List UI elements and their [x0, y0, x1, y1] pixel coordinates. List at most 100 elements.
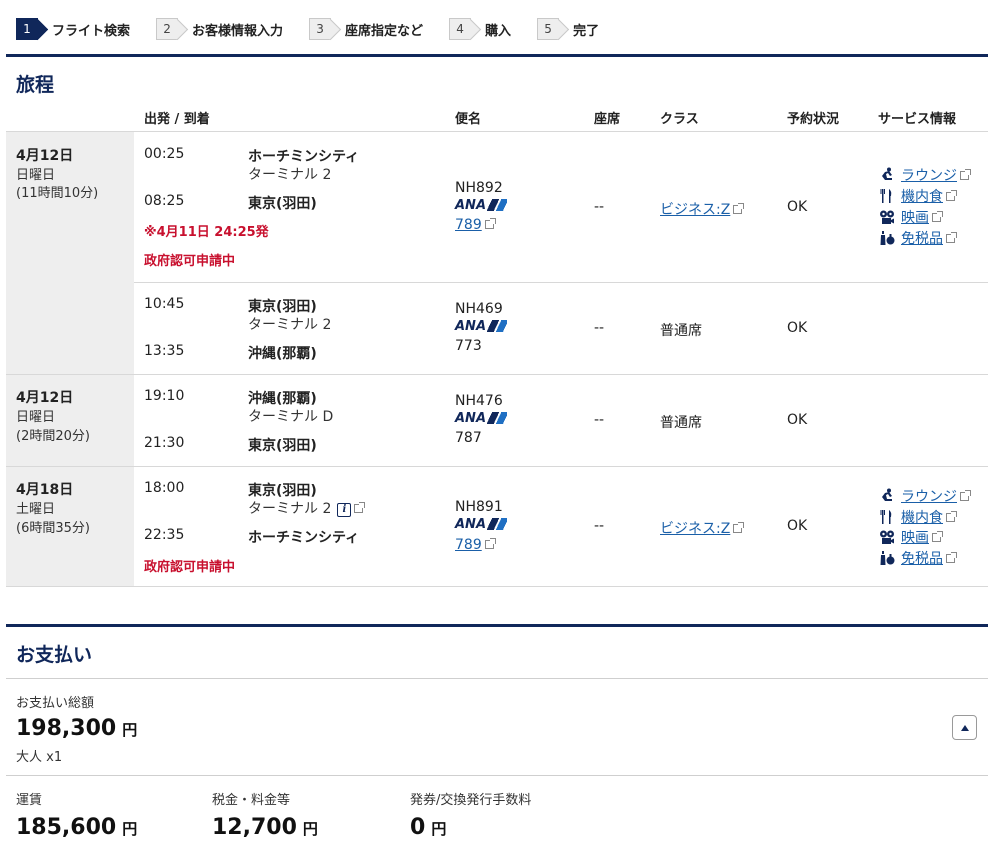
external-link-icon: [960, 168, 971, 180]
fee-label: 発券/交換発行手数料: [410, 793, 532, 808]
seat-value: --: [594, 518, 605, 534]
external-link-icon: [484, 218, 496, 229]
flight-number: NH476: [455, 393, 503, 409]
row-divider: [6, 586, 988, 587]
external-link-icon: [354, 502, 366, 513]
payment-divider: [6, 775, 988, 776]
departure-place: ホーチミンシティ: [248, 149, 360, 165]
service-movie-link[interactable]: 映画: [878, 528, 943, 546]
arrival-time: 21:30: [144, 435, 185, 451]
external-link-icon: [946, 231, 957, 243]
header-service: サービス情報: [878, 112, 957, 127]
seat-value: --: [594, 199, 605, 215]
service-dutyfree-link[interactable]: 免税品: [878, 229, 957, 247]
row-divider: [6, 374, 988, 375]
approval-pending-note: 政府認可申請中: [144, 560, 236, 575]
segment-duration: (6時間35分): [16, 521, 90, 536]
service-meal-link[interactable]: 機内食: [878, 508, 957, 526]
meal-icon: [878, 509, 896, 525]
arrival-place: ホーチミンシティ: [248, 530, 360, 546]
step-number: 4: [449, 18, 472, 40]
step-number: 5: [537, 18, 560, 40]
duty-free-icon: [878, 230, 896, 246]
header-depart-arrive: 出発 / 到着: [144, 112, 210, 127]
ana-logo: ANA: [455, 411, 508, 426]
class-link[interactable]: ビジネス:Z: [660, 199, 745, 219]
step-flight-search: 1 フライト検索: [16, 18, 130, 40]
departure-place: 東京(羽田): [248, 483, 317, 499]
approval-pending-note: 政府認可申請中: [144, 254, 236, 269]
service-lounge-link[interactable]: ラウンジ: [878, 166, 971, 184]
collapse-button[interactable]: [952, 715, 977, 740]
fare-amount: 185,600 円: [16, 815, 138, 840]
service-meal-link[interactable]: 機内食: [878, 187, 957, 205]
info-icon[interactable]: i: [337, 503, 352, 517]
external-link-icon: [946, 551, 957, 563]
step-number: 3: [309, 18, 332, 40]
segment-weekday: 日曜日: [16, 168, 56, 183]
ana-logo: ANA: [455, 319, 508, 334]
tax-amount: 12,700 円: [212, 815, 318, 840]
service-dutyfree-link[interactable]: 免税品: [878, 549, 957, 567]
reservation-status: OK: [787, 518, 808, 534]
ana-logo: ANA: [455, 198, 508, 213]
flight-number: NH469: [455, 301, 503, 317]
section-divider: [6, 54, 988, 57]
arrival-time: 22:35: [144, 527, 185, 543]
external-link-icon: [733, 203, 745, 214]
departure-time: 00:25: [144, 146, 185, 162]
duty-free-icon: [878, 550, 896, 566]
departure-time: 10:45: [144, 296, 185, 312]
departure-place: 沖縄(那覇): [248, 391, 317, 407]
segment-weekday: 日曜日: [16, 410, 56, 425]
movie-icon: [878, 209, 896, 225]
segment-weekday: 土曜日: [16, 502, 56, 517]
step-label: お客様情報入力: [192, 23, 284, 39]
departure-terminal-link[interactable]: ターミナル 2i: [248, 498, 366, 518]
step-label: 完了: [573, 23, 600, 39]
aircraft-link[interactable]: 789: [455, 217, 496, 233]
service-lounge-link[interactable]: ラウンジ: [878, 487, 971, 505]
external-link-icon: [733, 522, 745, 533]
departure-terminal: ターミナル 2: [248, 167, 332, 183]
passenger-count: 大人 x1: [16, 750, 63, 765]
segment-duration: (11時間10分): [16, 186, 99, 201]
row-divider: [6, 131, 988, 132]
departure-terminal: ターミナル D: [248, 409, 334, 425]
external-link-icon: [946, 189, 957, 201]
service-movie-link[interactable]: 映画: [878, 208, 943, 226]
departure-place: 東京(羽田): [248, 299, 317, 315]
date-change-note: ※4月11日 24:25発: [144, 225, 269, 240]
seat-value: --: [594, 412, 605, 428]
row-divider: [6, 466, 988, 467]
payment-title: お支払い: [16, 644, 93, 666]
reservation-status: OK: [787, 412, 808, 428]
departure-time: 18:00: [144, 480, 185, 496]
class-link[interactable]: ビジネス:Z: [660, 518, 745, 538]
header-class: クラス: [660, 112, 699, 127]
flight-number: NH891: [455, 499, 503, 515]
header-seat: 座席: [594, 112, 621, 127]
seat-value: --: [594, 320, 605, 336]
total-label: お支払い総額: [16, 696, 95, 711]
aircraft-link[interactable]: 789: [455, 537, 496, 553]
external-link-icon: [960, 489, 971, 501]
row-divider: [134, 282, 988, 283]
external-link-icon: [946, 510, 957, 522]
ana-logo: ANA: [455, 517, 508, 532]
segment-date: 4月12日: [16, 390, 74, 406]
arrival-place: 東京(羽田): [248, 438, 317, 454]
arrival-time: 13:35: [144, 343, 185, 359]
external-link-icon: [932, 210, 943, 222]
itinerary-title: 旅程: [16, 74, 55, 96]
fare-label: 運賃: [16, 793, 43, 808]
arrival-place: 沖縄(那覇): [248, 346, 317, 362]
step-label: 購入: [485, 23, 512, 39]
lounge-icon: [878, 167, 896, 183]
arrival-place: 東京(羽田): [248, 196, 317, 212]
aircraft-type: 773: [455, 338, 482, 354]
external-link-icon: [932, 530, 943, 542]
step-seat-selection: 3 座席指定など: [309, 18, 423, 40]
step-complete: 5 完了: [537, 18, 599, 40]
movie-icon: [878, 529, 896, 545]
